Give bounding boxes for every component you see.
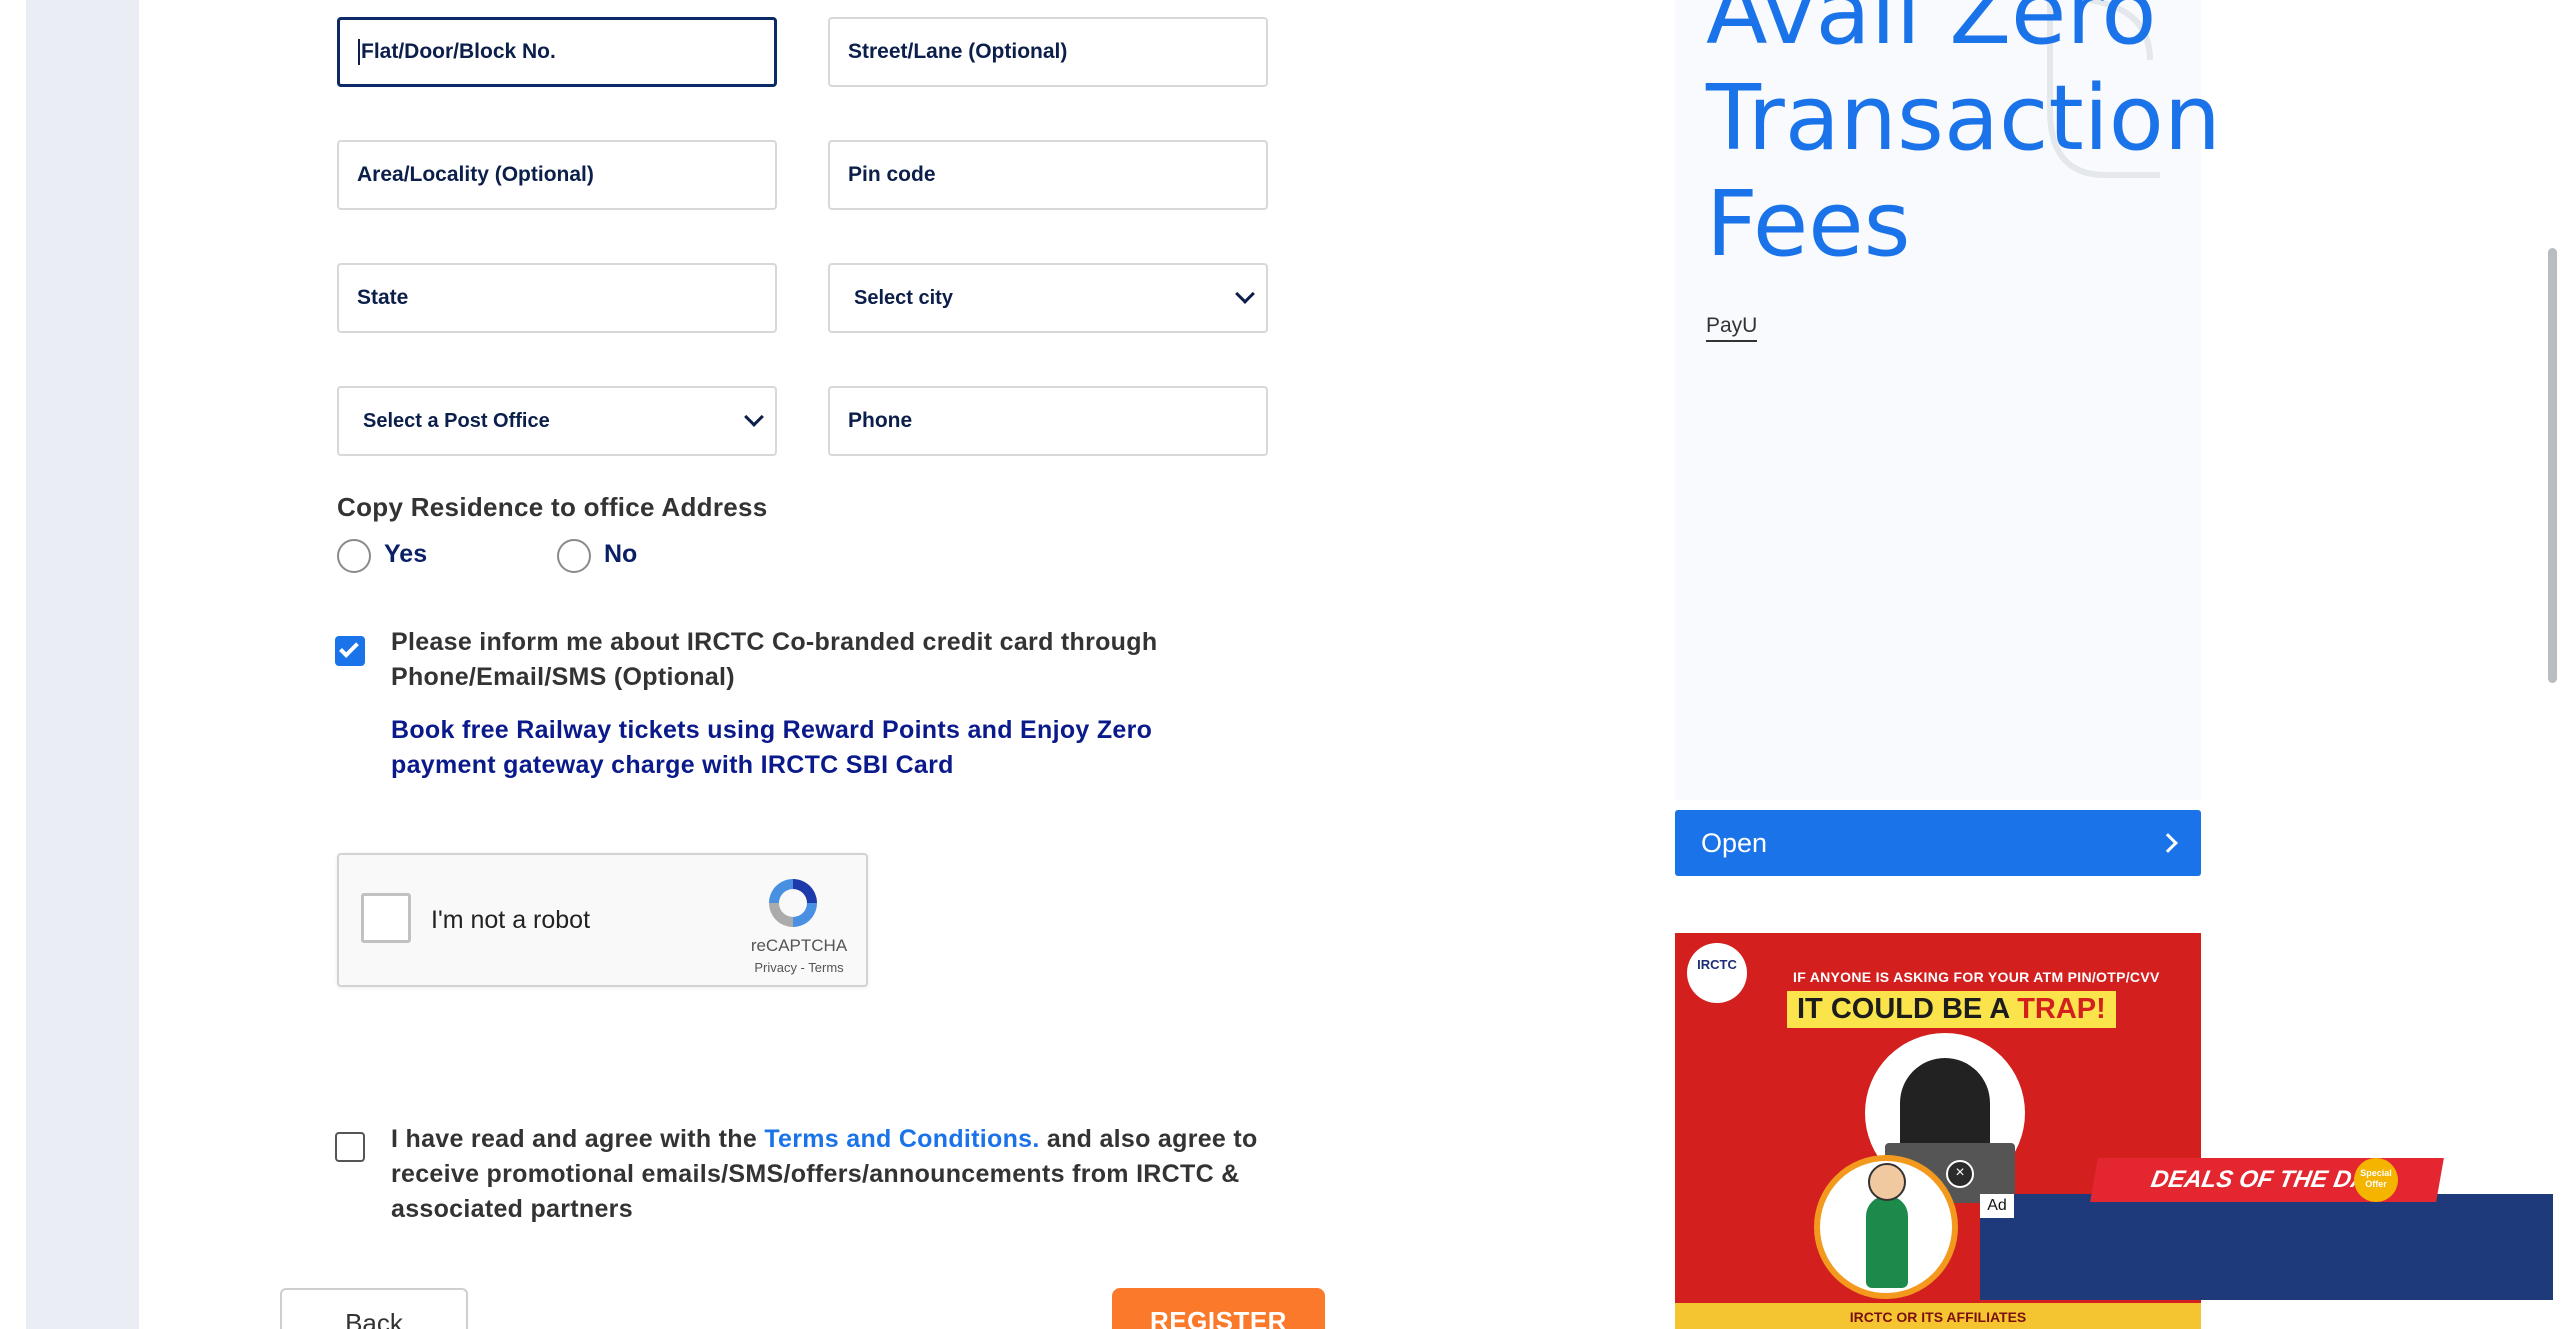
ad-headline: Avail Zero Transaction Fees — [1706, 0, 2221, 278]
mascot-head-icon — [1868, 1163, 1906, 1201]
city-select-value: Select city — [854, 286, 953, 309]
irctc-logo-icon: IRCTC — [1687, 943, 1747, 1003]
street-lane-placeholder: Street/Lane (Optional) — [848, 40, 1068, 63]
text-caret — [358, 39, 360, 65]
recaptcha-checkbox[interactable] — [361, 893, 411, 943]
agree-prefix: I have read and agree with the — [391, 1125, 758, 1153]
irctc-ad-headline-highlight: TRAP! — [2017, 993, 2106, 1025]
deals-banner[interactable] — [1980, 1194, 2553, 1300]
flat-door-block-placeholder: Flat/Door/Block No. — [361, 40, 556, 63]
post-office-select-value: Select a Post Office — [363, 409, 550, 432]
irctc-logo-text: IRCTC — [1697, 957, 1737, 972]
copy-address-label: Copy Residence to office Address — [337, 492, 768, 522]
payu-advertiser-link[interactable]: PayU — [1706, 314, 1758, 342]
scrollbar-thumb[interactable] — [2548, 248, 2557, 683]
phone-input[interactable]: Phone — [828, 386, 1268, 456]
close-ad-button[interactable]: × — [1946, 1160, 1974, 1188]
chevron-down-icon — [744, 407, 764, 427]
street-lane-input[interactable]: Street/Lane (Optional) — [828, 17, 1268, 87]
irctc-ad-headline: IT COULD BE A TRAP! — [1787, 991, 2116, 1028]
pin-code-input[interactable]: Pin code — [828, 140, 1268, 210]
ad-headline-line1: Avail Zero — [1706, 0, 2157, 65]
ad-open-button[interactable]: Open — [1675, 810, 2201, 876]
register-button[interactable]: REGISTER — [1112, 1288, 1325, 1329]
mascot-figure-icon — [1866, 1196, 1908, 1288]
special-offer-badge: Special Offer — [2354, 1158, 2398, 1202]
recaptcha-brand: reCAPTCHA — [750, 936, 848, 955]
area-locality-placeholder: Area/Locality (Optional) — [357, 163, 594, 186]
chevron-right-icon — [2158, 833, 2178, 853]
copy-yes-radio[interactable] — [337, 539, 371, 573]
recaptcha-logo-icon — [769, 879, 817, 927]
agree-terms-checkbox[interactable] — [335, 1132, 365, 1162]
back-button[interactable]: Back — [280, 1288, 468, 1329]
flat-door-block-input[interactable]: Flat/Door/Block No. — [337, 17, 777, 87]
left-gutter — [0, 0, 26, 1329]
checkmark-icon — [339, 638, 359, 658]
area-locality-input[interactable]: Area/Locality (Optional) — [337, 140, 777, 210]
phone-placeholder: Phone — [848, 409, 913, 432]
recaptcha-privacy-terms[interactable]: Privacy - Terms — [747, 960, 851, 975]
terms-and-conditions-link[interactable]: Terms and Conditions. — [764, 1125, 1039, 1153]
state-input[interactable]: State — [337, 263, 777, 333]
ad-open-label: Open — [1701, 827, 1768, 858]
post-office-select[interactable]: Select a Post Office — [337, 386, 777, 456]
agree-terms-text: I have read and agree with the Terms and… — [391, 1122, 1341, 1227]
chevron-down-icon — [1235, 284, 1255, 304]
right-gutter — [2410, 0, 2561, 1329]
irctc-ad-headline-prefix: IT COULD BE A — [1797, 993, 2010, 1025]
inform-credit-card-checkbox[interactable] — [335, 636, 365, 666]
ad-label: Ad — [1980, 1194, 2014, 1218]
irctc-ad-subtitle: IF ANYONE IS ASKING FOR YOUR ATM PIN/OTP… — [1793, 969, 2160, 985]
state-placeholder: State — [357, 286, 409, 309]
city-select[interactable]: Select city — [828, 263, 1268, 333]
irctc-ad-footer: IRCTC OR ITS AFFILIATES — [1675, 1303, 2201, 1329]
recaptcha-widget: I'm not a robot reCAPTCHA Privacy - Term… — [337, 853, 868, 987]
sbi-card-promo-text: Book free Railway tickets using Reward P… — [391, 716, 1153, 779]
copy-yes-label[interactable]: Yes — [384, 540, 427, 569]
ad-headline-line3: Fees — [1706, 172, 1911, 277]
inform-credit-card-text: Please inform me about IRCTC Co-branded … — [391, 628, 1158, 691]
copy-no-radio[interactable] — [557, 539, 591, 573]
ad-headline-line2: Transaction — [1706, 66, 2221, 171]
copy-no-label[interactable]: No — [604, 540, 637, 569]
pin-code-placeholder: Pin code — [848, 163, 936, 186]
recaptcha-label: I'm not a robot — [431, 906, 591, 934]
